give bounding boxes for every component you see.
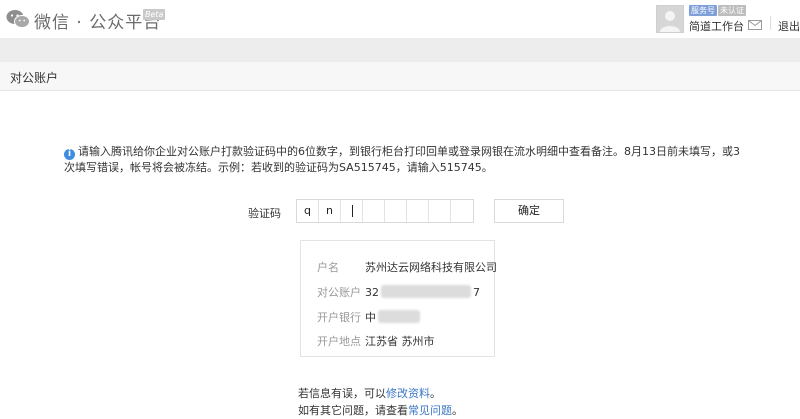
nav-band — [0, 38, 800, 63]
info-key: 户名 — [317, 261, 339, 274]
unverified-badge: 未认证 — [718, 5, 746, 16]
code-digit-box[interactable]: n — [319, 200, 341, 222]
header-divider — [770, 16, 771, 30]
edit-info-note: 若信息有误，可以修改资料。 — [298, 385, 441, 401]
info-row-location: 开户地点 江苏省 苏州市 — [317, 333, 435, 349]
avatar-placeholder-icon — [657, 6, 683, 32]
note-text: 若信息有误，可以 — [298, 387, 386, 400]
top-bar: 微信 · 公众平台 Beta 服务号 未认证 简道工作台 退出 — [0, 0, 800, 39]
note-text: 。 — [452, 404, 463, 417]
edit-profile-link[interactable]: 修改资料 — [386, 387, 430, 400]
logout-link[interactable]: 退出 — [778, 18, 800, 34]
beta-badge: Beta — [143, 9, 166, 20]
service-account-badge: 服务号 — [689, 5, 717, 16]
code-digit-box[interactable] — [341, 200, 363, 222]
confirm-button[interactable]: 确定 — [494, 199, 564, 223]
notice-message: 请输入腾讯给你企业对公账户打款验证码中的6位数字，到银行柜台打印回单或登录网银在… — [64, 145, 740, 174]
faq-note: 如有其它问题，请查看常见问题。 — [298, 402, 463, 418]
account-name[interactable]: 简道工作台 — [689, 18, 744, 34]
info-key: 对公账户 — [317, 286, 361, 299]
account-info-card: 户名 苏州达云网络科技有限公司 对公账户 32 7 开户银行中 开户地点 江苏省 苏州市 — [300, 240, 497, 357]
info-value-prefix: 中 — [365, 311, 376, 324]
redacted-block — [381, 285, 471, 298]
page-title: 对公账户 — [10, 71, 59, 85]
code-digit-box[interactable] — [407, 200, 429, 222]
code-digit-box[interactable] — [429, 200, 451, 222]
notice-text: i 请输入腾讯给你企业对公账户打款验证码中的6位数字，到银行柜台打印回单或登录网银… — [64, 144, 744, 176]
info-key: 开户银行 — [317, 311, 361, 324]
info-row-bank: 开户银行中 — [317, 309, 420, 325]
note-text: 。 — [430, 387, 441, 400]
wechat-logo-icon[interactable] — [6, 9, 30, 29]
redacted-block — [378, 310, 420, 323]
avatar[interactable] — [656, 5, 684, 33]
info-icon: i — [64, 149, 75, 160]
section-header: 对公账户 — [0, 62, 800, 91]
info-value: 江苏省 苏州市 — [365, 335, 435, 348]
verification-code-input[interactable]: q n — [296, 199, 474, 223]
info-row-bank-account: 对公账户 32 7 — [317, 284, 480, 300]
mail-icon[interactable] — [748, 20, 762, 30]
code-digit-box[interactable] — [451, 200, 473, 222]
note-text: 如有其它问题，请查看 — [298, 404, 408, 417]
info-row-account-name: 户名 苏州达云网络科技有限公司 — [317, 259, 497, 275]
info-key: 开户地点 — [317, 335, 361, 348]
info-value-prefix: 32 — [365, 286, 379, 299]
faq-link[interactable]: 常见问题 — [408, 404, 452, 417]
info-value-suffix: 7 — [473, 286, 480, 299]
code-digit-box[interactable]: q — [297, 200, 319, 222]
code-digit-box[interactable] — [363, 200, 385, 222]
verification-code-label: 验证码 — [248, 207, 281, 220]
info-value: 苏州达云网络科技有限公司 — [365, 261, 497, 274]
code-digit-box[interactable] — [385, 200, 407, 222]
